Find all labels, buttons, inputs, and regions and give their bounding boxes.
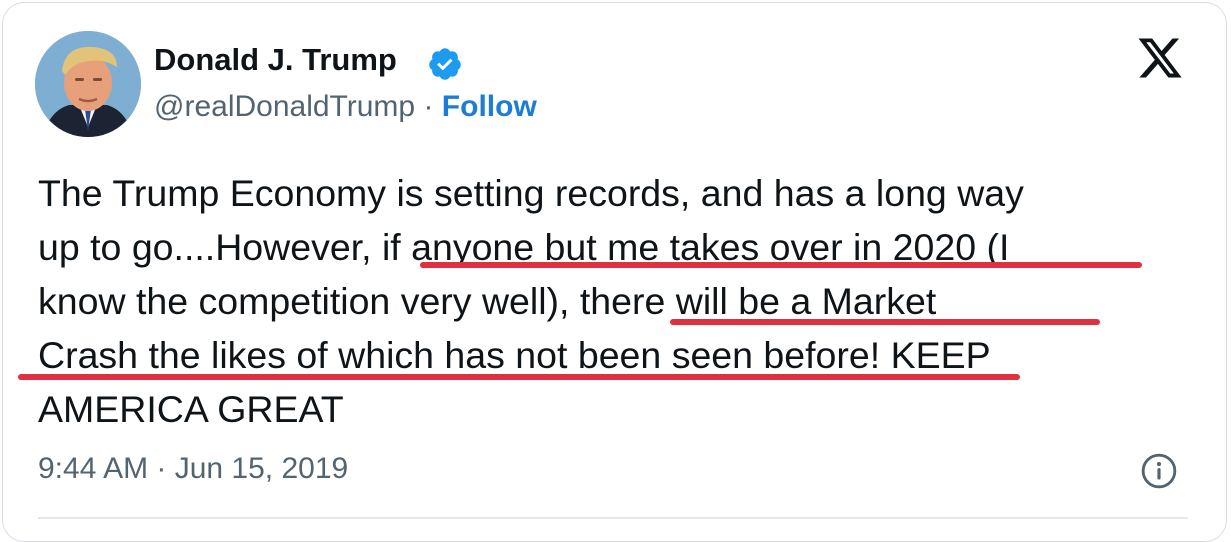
avatar[interactable]: [35, 31, 141, 137]
info-icon[interactable]: [1140, 452, 1178, 490]
author-display-name[interactable]: Donald J. Trump: [154, 42, 397, 78]
tweet-timestamp[interactable]: 9:44 AM · Jun 15, 2019: [38, 452, 348, 486]
highlight-underline-3: [18, 374, 1020, 380]
avatar-portrait: [35, 31, 141, 137]
x-logo-icon[interactable]: [1136, 34, 1184, 82]
verified-badge-icon: [429, 48, 461, 80]
highlight-underline-1: [420, 262, 1142, 268]
follow-button[interactable]: Follow: [442, 90, 537, 123]
tweet-text-line-5: AMERICA GREAT: [38, 388, 344, 430]
author-meta-row: @realDonaldTrump · Follow: [154, 90, 537, 124]
tweet-text-line-1: The Trump Economy is setting records, an…: [38, 172, 1024, 214]
author-handle[interactable]: @realDonaldTrump: [154, 90, 415, 123]
divider: [38, 517, 1188, 519]
separator-dot: ·: [423, 90, 434, 123]
highlight-underline-2: [670, 319, 1100, 325]
tweet-text: The Trump Economy is setting records, an…: [38, 166, 1208, 436]
